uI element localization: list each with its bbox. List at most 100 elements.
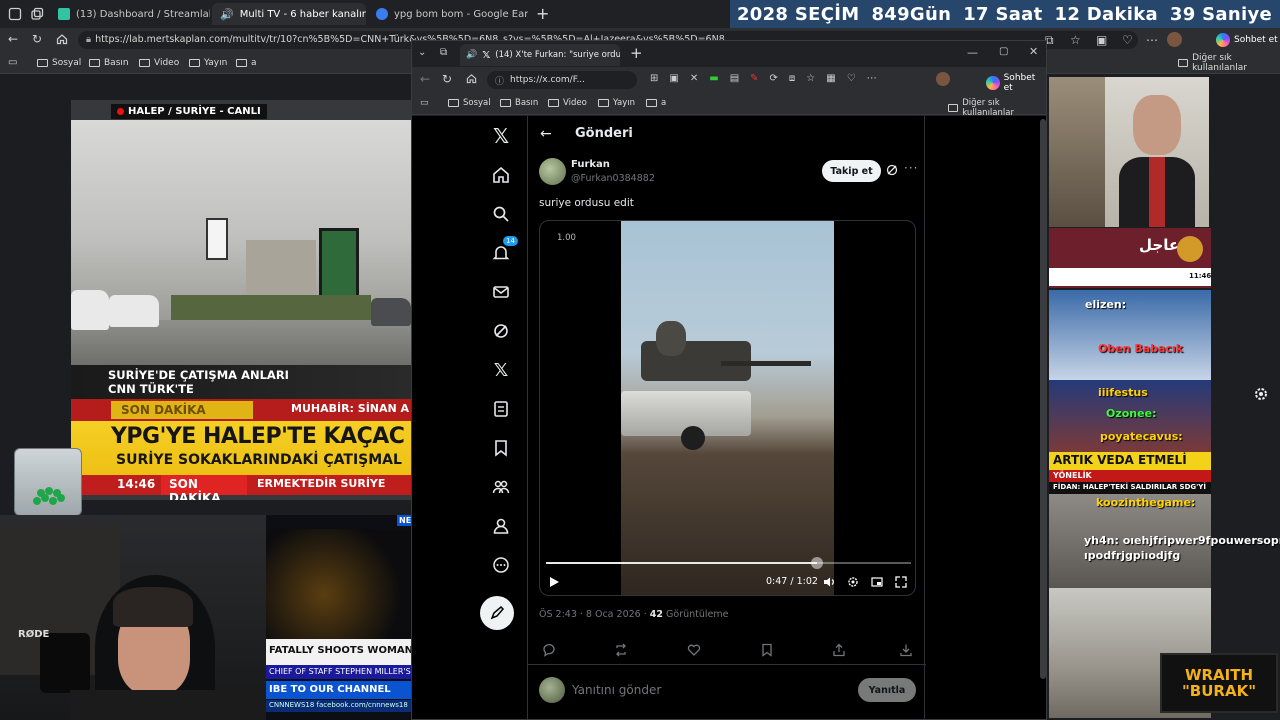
x-logo-icon[interactable]: 𝕏 xyxy=(489,124,513,148)
site-info-icon[interactable]: ⓘ xyxy=(495,74,504,87)
settings-gear-icon[interactable] xyxy=(847,576,859,588)
heart-icon[interactable]: ♡ xyxy=(847,73,856,84)
profile-icon[interactable] xyxy=(8,7,22,21)
extension-icon[interactable]: ✎ xyxy=(750,73,758,84)
play-icon[interactable] xyxy=(548,576,560,588)
collections-icon[interactable]: ▣ xyxy=(1096,33,1107,47)
avatar[interactable] xyxy=(936,72,950,86)
author-name[interactable]: Furkan xyxy=(571,159,610,170)
reply-input[interactable]: Yanıtını gönder xyxy=(572,683,661,697)
other-bookmarks[interactable]: Diğer sık kullanılanlar xyxy=(1178,53,1280,73)
cnn-turk-feed[interactable]: HALEP / SURİYE - CANLI SURİYE'DE ÇATIŞMA… xyxy=(71,100,411,500)
tab-google-earth[interactable]: ypg bom bom - Google Earth ✕ xyxy=(368,3,528,25)
bookmark-yayin[interactable]: Yayın xyxy=(189,56,227,70)
like-icon[interactable] xyxy=(687,643,701,657)
home-icon[interactable] xyxy=(466,73,477,84)
post-button[interactable] xyxy=(480,596,514,630)
turkish-news-feed[interactable] xyxy=(1049,290,1211,380)
author-avatar[interactable] xyxy=(539,158,566,185)
heart-icon[interactable]: ♡ xyxy=(1122,33,1133,47)
tab-x-post[interactable]: 🔊 𝕏 (14) X'te Furkan: "suriye ordus ✕ xyxy=(460,44,620,66)
back-arrow-icon[interactable]: ← xyxy=(540,126,552,142)
profile-icon[interactable] xyxy=(489,514,513,538)
grok-icon[interactable] xyxy=(886,164,898,176)
download-icon[interactable] xyxy=(899,643,913,657)
favorites-icon[interactable]: ☆ xyxy=(806,73,815,84)
extension-icon[interactable]: ⊞ xyxy=(650,73,658,84)
back-icon[interactable]: ← xyxy=(420,72,430,86)
repost-icon[interactable] xyxy=(614,643,628,657)
bookmark-yayin[interactable]: Yayın xyxy=(598,98,635,108)
other-bookmarks[interactable]: Diğer sık kullanılanlar xyxy=(948,98,1046,118)
extension-icon[interactable]: ⟳ xyxy=(770,73,778,84)
video-scrubber[interactable] xyxy=(810,557,823,569)
close-window-icon[interactable]: ✕ xyxy=(1029,45,1038,58)
bookmark-basin[interactable]: Basın xyxy=(89,56,129,70)
aljazeera-feed[interactable]: عاجل 11:46 xyxy=(1049,228,1211,288)
split-screen-icon[interactable]: ⧈ xyxy=(789,73,795,84)
author-handle[interactable]: @Furkan0384882 xyxy=(571,173,655,184)
extension-icon[interactable]: ▣ xyxy=(669,73,678,84)
extension-icon[interactable]: ▬ xyxy=(709,73,718,84)
grok-icon[interactable] xyxy=(489,319,513,343)
news18-feed[interactable]: NE FATALLY SHOOTS WOMAN CHIEF OF STAFF S… xyxy=(266,515,411,720)
home-icon[interactable] xyxy=(489,163,513,187)
bookmark-sosyal[interactable]: Sosyal xyxy=(37,56,81,70)
more-menu-icon[interactable]: ⋯ xyxy=(867,73,877,84)
tab-streamlabs[interactable]: (13) Dashboard / Streamlabs ✕ xyxy=(50,3,210,25)
minimize-icon[interactable]: — xyxy=(967,46,978,59)
bookmark-sosyal[interactable]: Sosyal xyxy=(448,98,491,108)
copilot-chat-button[interactable]: Sohbet et xyxy=(986,73,1046,93)
chevron-down-icon[interactable]: ⌄ xyxy=(418,47,426,58)
more-options-icon[interactable]: ··· xyxy=(904,161,918,175)
inner-url-field[interactable]: ⓘ https://x.com/F... xyxy=(487,71,637,89)
premium-x-icon[interactable]: 𝕏 xyxy=(489,358,513,382)
maximize-icon[interactable]: ▢ xyxy=(999,46,1008,57)
messages-icon[interactable] xyxy=(489,280,513,304)
avatar[interactable] xyxy=(1167,32,1182,47)
more-menu-icon[interactable]: ⋯ xyxy=(1146,33,1158,47)
reload-icon[interactable]: ↻ xyxy=(442,72,452,86)
more-options-icon[interactable] xyxy=(489,553,513,577)
bookmarks-icon[interactable] xyxy=(489,436,513,460)
search-icon[interactable] xyxy=(489,202,513,226)
reply-icon[interactable] xyxy=(542,643,556,657)
extension-icon[interactable]: ✕ xyxy=(690,73,698,84)
new-tab-button[interactable]: + xyxy=(536,4,549,23)
aleppo-street-feed[interactable] xyxy=(1049,77,1105,227)
volume-icon[interactable] xyxy=(823,576,835,588)
audio-icon[interactable]: 🔊 xyxy=(466,50,477,60)
bookmark-basin[interactable]: Basın xyxy=(500,98,538,108)
bookmark-tab-icon[interactable]: ▭ xyxy=(8,57,17,68)
communities-icon[interactable] xyxy=(489,475,513,499)
workspaces-icon[interactable] xyxy=(30,7,44,21)
bookmark-a[interactable]: a xyxy=(646,98,666,108)
picture-in-picture-icon[interactable] xyxy=(871,576,883,588)
commentator-feed[interactable] xyxy=(1105,77,1209,227)
settings-gear-icon[interactable] xyxy=(1253,386,1273,406)
audio-icon[interactable]: 🔊 xyxy=(220,8,234,21)
collections-icon[interactable]: ▦ xyxy=(826,73,835,84)
share-icon[interactable] xyxy=(832,643,846,657)
new-tab-button[interactable]: + xyxy=(630,44,643,62)
lists-icon[interactable] xyxy=(489,397,513,421)
page-scrollbar[interactable] xyxy=(1040,119,1046,679)
workspaces-icon[interactable]: ⧉ xyxy=(440,47,447,58)
bookmark-tab-icon[interactable]: ▭ xyxy=(420,98,429,108)
bookmark-video[interactable]: Video xyxy=(548,98,587,108)
tab-multi-tv[interactable]: 🔊 Multi TV - 6 haber kanalını ay ✕ xyxy=(212,3,366,25)
reload-icon[interactable]: ↻ xyxy=(32,32,42,46)
follow-button[interactable]: Takip et xyxy=(822,160,881,182)
copilot-chat-button[interactable]: Sohbet et xyxy=(1216,33,1278,47)
favorites-icon[interactable]: ☆ xyxy=(1070,33,1081,47)
reply-button[interactable]: Yanıtla xyxy=(858,678,916,702)
home-icon[interactable] xyxy=(56,33,68,45)
bookmark-a[interactable]: a xyxy=(236,56,257,70)
back-icon[interactable]: ← xyxy=(8,32,18,46)
video-player[interactable]: 1.00 0:47 / 1:02 xyxy=(539,220,916,596)
bookmark-icon[interactable] xyxy=(760,643,774,657)
bookmark-video[interactable]: Video xyxy=(139,56,179,70)
notifications-icon[interactable]: 14 xyxy=(489,236,518,265)
fullscreen-icon[interactable] xyxy=(895,576,907,588)
extension-icon[interactable]: ▤ xyxy=(730,73,739,84)
